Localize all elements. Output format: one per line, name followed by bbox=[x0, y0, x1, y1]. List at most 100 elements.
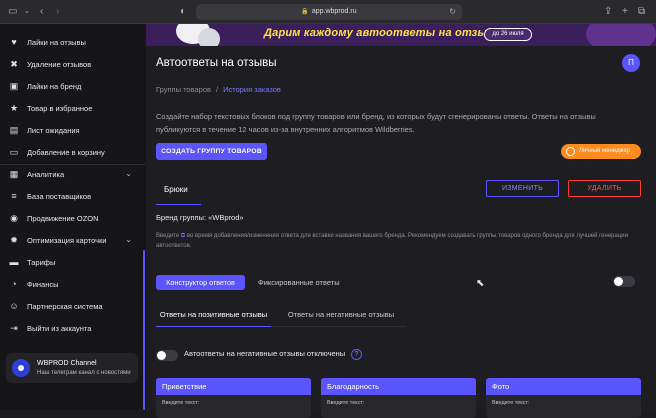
card-input-label[interactable]: Введите текст: bbox=[321, 395, 476, 406]
address-bar[interactable]: 🔒 app.wbprod.ru ↻ bbox=[196, 4, 462, 20]
sidebar-item[interactable]: ▣ Лайки на бренд bbox=[0, 75, 146, 97]
sidebar-item[interactable]: ☺ Партнерская система bbox=[0, 295, 146, 317]
sidebar-item[interactable]: ◉ Продвижение OZON bbox=[0, 207, 146, 229]
sidebar-item-label: Выйти из аккаунта bbox=[27, 323, 92, 333]
sidebar-item-label: Товар в избранное bbox=[27, 103, 93, 113]
sidebar-item[interactable]: ≡ База поставщиков bbox=[0, 185, 146, 207]
tag-icon: ▣ bbox=[9, 80, 19, 91]
chevron-down-icon[interactable]: ⌄ bbox=[125, 235, 132, 244]
back-icon[interactable]: ‹ bbox=[40, 5, 43, 19]
lock-icon: 🔒 bbox=[301, 9, 309, 15]
channel-subtitle: Наш телеграм канал с новостями bbox=[37, 370, 131, 376]
chevron-down-icon[interactable]: ⌄ bbox=[125, 169, 132, 178]
brand-line: Бренд группы: «WBprod» bbox=[156, 213, 244, 222]
sidebar-item[interactable]: ✹ Оптимизация карточки ⌄ bbox=[0, 229, 146, 251]
logout-icon: ⇥ bbox=[10, 322, 18, 333]
answer-block-card[interactable]: Благодарность Введите текст: bbox=[321, 378, 476, 418]
sidebar-item-label: Лайки на отзывы bbox=[27, 37, 86, 47]
chevron-down-icon[interactable]: ⌄ bbox=[24, 5, 30, 19]
sidebar-icon[interactable]: ▭ bbox=[8, 5, 17, 19]
breadcrumb-order-history[interactable]: История заказов bbox=[223, 85, 281, 94]
brand-hint: Введите ⧉ во время добавления/изменения … bbox=[156, 231, 641, 251]
card-title: Фото bbox=[486, 378, 641, 395]
breadcrumb-separator: / bbox=[216, 85, 219, 94]
tabs-icon[interactable]: ⧉ bbox=[638, 5, 645, 19]
lifebuoy-icon bbox=[566, 147, 575, 156]
sidebar-item-label: Партнерская система bbox=[27, 301, 103, 311]
database-icon: ≡ bbox=[11, 191, 17, 201]
main-content: Дарим каждому автоответы на отзывы до 26… bbox=[146, 24, 656, 418]
toggle-knob bbox=[614, 277, 623, 286]
sidebar-item[interactable]: ✖ Удаление отзывов bbox=[0, 53, 146, 75]
breadcrumb-groups[interactable]: Группы товаров bbox=[156, 85, 211, 94]
banner-decoration bbox=[586, 24, 656, 46]
promo-banner[interactable]: Дарим каждому автоответы на отзывы до 26… bbox=[146, 24, 656, 46]
chart-icon: ▦ bbox=[9, 168, 19, 179]
tab-constructor[interactable]: Конструктор ответов bbox=[156, 275, 245, 290]
finance-icon: ◔ bbox=[11, 279, 17, 289]
reload-icon[interactable]: ↻ bbox=[449, 4, 456, 20]
new-tab-icon[interactable]: + bbox=[622, 5, 628, 19]
sidebar-item-label: Финансы bbox=[27, 279, 59, 289]
personal-manager-label: Личный менеджер bbox=[579, 148, 631, 154]
browser-toolbar: ▭ ⌄ ‹ › ◐ 🔒 app.wbprod.ru ↻ ⇪ + ⧉ bbox=[0, 0, 656, 24]
delete-button[interactable]: УДАЛИТЬ bbox=[568, 180, 641, 197]
card-input-label[interactable]: Введите текст: bbox=[486, 395, 641, 406]
sidebar: WBPROD Channel Наш телеграм канал с ново… bbox=[0, 24, 146, 410]
tab-fixed-answers[interactable]: Фиксированные ответы bbox=[258, 275, 340, 290]
sidebar-item[interactable]: ▤ Лист ожидания bbox=[0, 119, 146, 141]
partner-icon: ☺ bbox=[9, 301, 19, 311]
ozon-icon: ◉ bbox=[10, 212, 18, 223]
page-title: Автоответы на отзывы bbox=[156, 57, 277, 69]
hint-prefix: Введите bbox=[156, 233, 180, 239]
tab-group-trousers[interactable]: Брюки bbox=[156, 179, 201, 205]
sidebar-item-label: Лист ожидания bbox=[27, 125, 80, 135]
sidebar-item[interactable]: ⇥ Выйти из аккаунта bbox=[0, 317, 146, 339]
sidebar-item-label: Продвижение OZON bbox=[27, 213, 99, 223]
banner-decoration bbox=[198, 28, 220, 46]
sidebar-item[interactable]: ▭ Добавление в корзину bbox=[0, 141, 146, 163]
avatar[interactable]: П bbox=[622, 54, 640, 72]
forward-icon[interactable]: › bbox=[56, 5, 59, 19]
sidebar-item[interactable]: ▬ Тарифы bbox=[0, 251, 146, 273]
negative-autoreply-label: Автоответы на негативные отзывы отключен… bbox=[184, 349, 346, 358]
channel-title: WBPROD Channel bbox=[37, 360, 97, 367]
share-icon[interactable]: ⇪ bbox=[604, 5, 612, 19]
sidebar-item-label: Аналитика bbox=[27, 169, 65, 179]
toggle-knob bbox=[157, 351, 166, 360]
page-description: Создайте набор текстовых блоков под груп… bbox=[156, 112, 596, 134]
sidebar-item-label: Лайки на бренд bbox=[27, 81, 82, 91]
list-icon: ▤ bbox=[9, 124, 19, 135]
edit-button[interactable]: ИЗМЕНИТЬ bbox=[486, 180, 559, 197]
trash-icon: ✖ bbox=[10, 58, 18, 69]
card-title: Приветствие bbox=[156, 378, 311, 395]
telegram-channel-avatar bbox=[12, 359, 30, 377]
url-text: app.wbprod.ru bbox=[311, 8, 357, 15]
banner-text: Дарим каждому автоответы на отзывы bbox=[264, 27, 504, 39]
tab-negative-reviews[interactable]: Ответы на негативные отзывы bbox=[281, 306, 401, 327]
answer-block-card[interactable]: Фото Введите текст: bbox=[486, 378, 641, 418]
shield-icon[interactable]: ◐ bbox=[180, 5, 186, 19]
gear-icon: ✹ bbox=[10, 234, 18, 245]
sidebar-item-label: Оптимизация карточки bbox=[27, 235, 107, 245]
banner-date-pill: до 26 июля bbox=[484, 28, 532, 41]
wallet-icon: ▬ bbox=[9, 257, 19, 267]
sidebar-item[interactable]: ▦ Аналитика ⌄ bbox=[0, 163, 146, 185]
tab-positive-reviews[interactable]: Ответы на позитивные отзывы bbox=[156, 306, 271, 327]
answer-block-card[interactable]: Приветствие Введите текст: bbox=[156, 378, 311, 418]
sidebar-item[interactable]: ♥ Лайки на отзывы bbox=[0, 31, 146, 53]
telegram-channel-card[interactable]: WBPROD Channel Наш телеграм канал с ново… bbox=[6, 353, 138, 383]
sidebar-item-label: Удаление отзывов bbox=[27, 59, 92, 69]
sidebar-item[interactable]: ★ Товар в избранное bbox=[0, 97, 146, 119]
mode-toggle[interactable] bbox=[613, 276, 635, 287]
negative-autoreply-toggle[interactable] bbox=[156, 350, 178, 361]
star-icon: ★ bbox=[9, 102, 19, 113]
heart-icon: ♥ bbox=[11, 37, 17, 47]
personal-manager-button[interactable]: Личный менеджер bbox=[561, 144, 641, 159]
help-icon[interactable]: ? bbox=[351, 349, 362, 360]
card-input-label[interactable]: Введите текст: bbox=[156, 395, 311, 406]
copy-icon[interactable]: ⧉ bbox=[181, 233, 185, 239]
breadcrumb: Группы товаров / История заказов bbox=[156, 85, 281, 94]
sidebar-item[interactable]: ◔ Финансы bbox=[0, 273, 146, 295]
create-group-button[interactable]: СОЗДАТЬ ГРУППУ ТОВАРОВ bbox=[156, 143, 267, 160]
